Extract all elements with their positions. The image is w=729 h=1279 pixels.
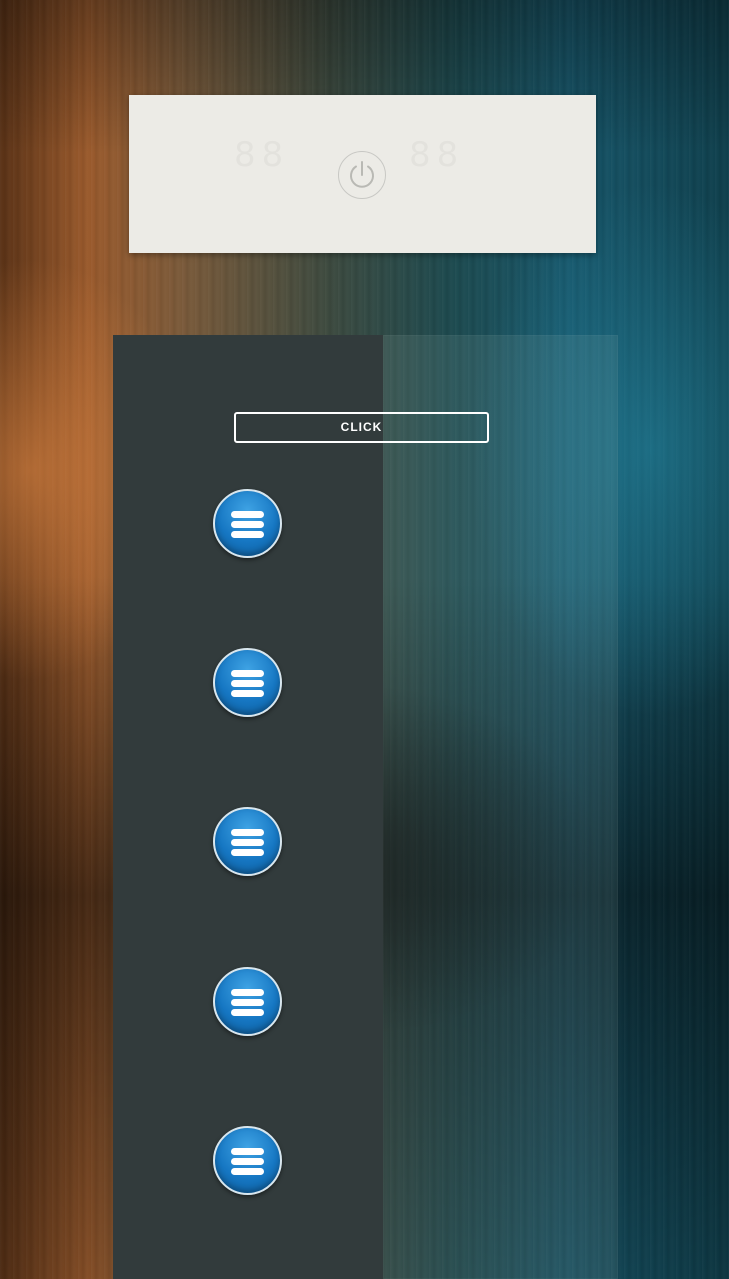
menu-button-4[interactable] (213, 967, 282, 1036)
power-icon (350, 161, 374, 188)
power-button[interactable] (338, 151, 386, 199)
side-panel: CLICK (113, 335, 618, 1279)
menu-button-2[interactable] (213, 648, 282, 717)
menu-button-1[interactable] (213, 489, 282, 558)
top-panel: 88 88 (129, 95, 596, 253)
ghost-decoration-left: 88 (234, 135, 289, 175)
side-panel-right (383, 335, 618, 1279)
menu-button-5[interactable] (213, 1126, 282, 1195)
click-button[interactable]: CLICK (234, 412, 489, 443)
menu-button-3[interactable] (213, 807, 282, 876)
ghost-decoration-right: 88 (409, 135, 464, 175)
